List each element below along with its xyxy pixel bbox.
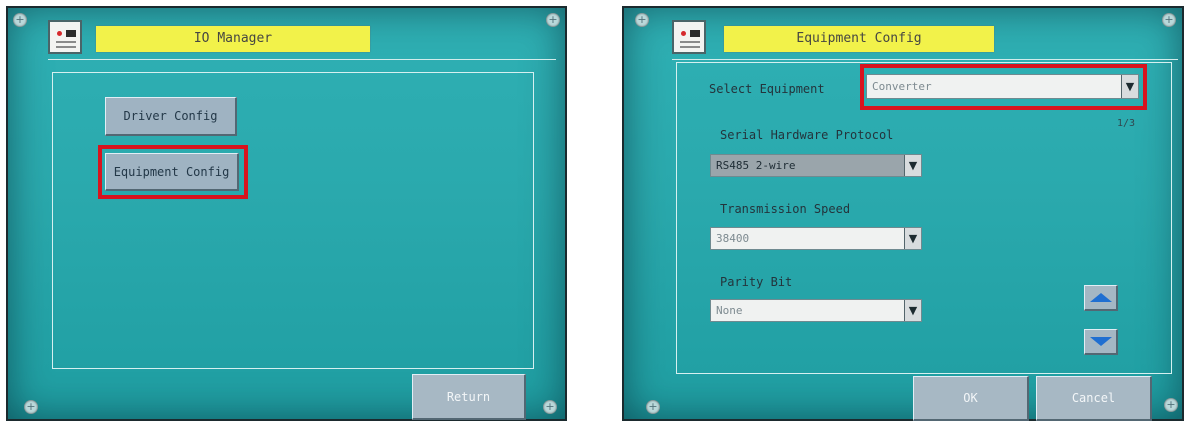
serial-protocol-value: RS485 2-wire [716, 159, 796, 172]
equipment-config-screen: + + + + Equipment Config Select Equipmen… [622, 6, 1184, 421]
transmission-speed-label: Transmission Speed [720, 202, 851, 216]
select-equipment-label: Select Equipment [709, 82, 825, 96]
arrow-up-icon [1089, 293, 1112, 302]
chevron-down-icon[interactable]: ▼ [904, 155, 921, 176]
select-equipment-value: Converter [872, 80, 932, 93]
content-panel: Driver Config Equipment Config [52, 72, 534, 369]
parity-bit-label: Parity Bit [720, 275, 793, 289]
select-equipment-dropdown[interactable]: Converter ▼ [866, 74, 1139, 99]
corner-screw-icon: + [646, 400, 660, 414]
corner-screw-icon: + [24, 400, 38, 414]
page-indicator: 1/3 [1117, 118, 1136, 129]
driver-config-button[interactable]: Driver Config [105, 97, 237, 136]
corner-screw-icon: + [1164, 398, 1178, 412]
cancel-button[interactable]: Cancel [1036, 376, 1152, 421]
app-logo-icon [672, 20, 706, 54]
chevron-down-icon[interactable]: ▼ [1121, 75, 1138, 98]
scroll-down-button[interactable] [1084, 329, 1118, 355]
transmission-speed-dropdown[interactable]: 38400 ▼ [710, 227, 922, 250]
ok-button[interactable]: OK [913, 376, 1029, 421]
corner-screw-icon: + [543, 400, 557, 414]
parity-bit-dropdown[interactable]: None ▼ [710, 299, 922, 322]
app-logo-icon [48, 20, 82, 54]
parity-bit-value: None [716, 304, 743, 317]
arrow-down-icon [1089, 337, 1112, 346]
transmission-speed-value: 38400 [716, 232, 750, 245]
page-title: Equipment Config [724, 26, 994, 52]
header-divider [672, 59, 1178, 60]
chevron-down-icon[interactable]: ▼ [904, 228, 921, 249]
header-divider [48, 59, 556, 60]
io-manager-screen: + + + + IO Manager Driver Config Equipme… [6, 6, 567, 421]
content-panel [676, 62, 1172, 374]
scroll-up-button[interactable] [1084, 285, 1118, 311]
serial-protocol-dropdown[interactable]: RS485 2-wire ▼ [710, 154, 922, 177]
corner-screw-icon: + [635, 13, 649, 27]
corner-screw-icon: + [1162, 13, 1176, 27]
equipment-config-button[interactable]: Equipment Config [105, 153, 239, 191]
corner-screw-icon: + [13, 13, 27, 27]
return-button[interactable]: Return [412, 374, 526, 420]
serial-protocol-label: Serial Hardware Protocol [720, 128, 894, 142]
page-title: IO Manager [96, 26, 370, 52]
corner-screw-icon: + [546, 13, 560, 27]
chevron-down-icon[interactable]: ▼ [904, 300, 921, 321]
